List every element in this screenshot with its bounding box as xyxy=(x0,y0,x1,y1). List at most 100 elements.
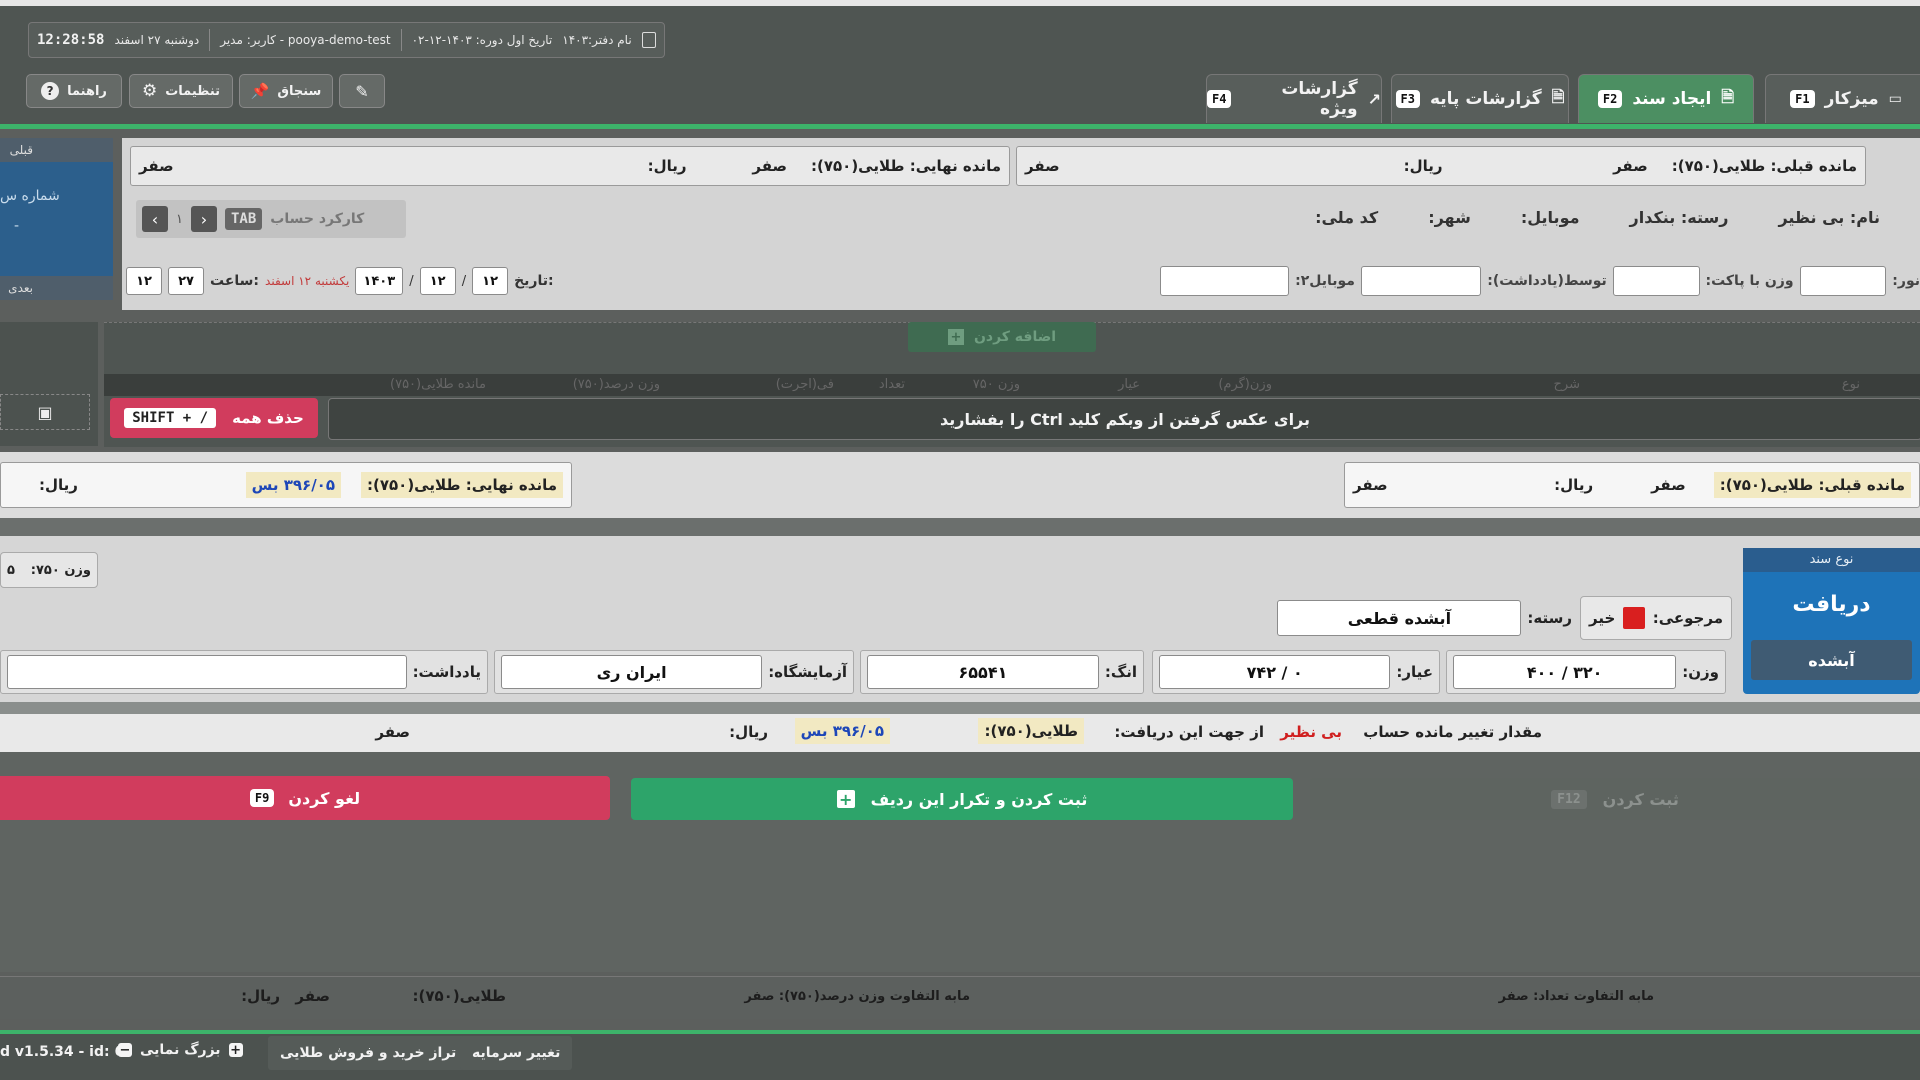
ang-group: انگ: ۶۵۵۴۱ xyxy=(860,650,1144,694)
zoom-in-button[interactable]: + xyxy=(228,1043,243,1057)
customer-city: شهر: xyxy=(1428,208,1471,227)
by-note-input[interactable] xyxy=(1360,266,1482,296)
final-balance-2-label: مانده نهایی: طلایی(۷۵۰): xyxy=(361,472,563,498)
settings-label: تنظیمات xyxy=(165,83,221,99)
previous-balance-box: مانده قبلی: طلایی(۷۵۰): صفر ریال: صفر xyxy=(1016,146,1866,186)
customer-details: نام: بی نظیر رسته: بنکدار موبایل: شهر: ک… xyxy=(1300,208,1880,227)
final-balance-rial-label: ریال: xyxy=(647,157,687,175)
month-input[interactable]: ۱۲ xyxy=(419,267,456,295)
next-document-button[interactable]: بعدی xyxy=(0,276,113,300)
final-balance-gold: صفر xyxy=(752,157,787,175)
minute-input[interactable]: ۲۷ xyxy=(168,267,204,295)
account-activity-label[interactable]: کارکرد حساب xyxy=(270,211,364,227)
prev-document-button[interactable]: قبلی xyxy=(0,138,113,162)
save-repeat-button[interactable]: ثبت کردن و تکرار این ردیف + xyxy=(631,778,1293,820)
ang-input[interactable]: ۶۵۵۴۱ xyxy=(867,655,1099,689)
document-subtype-button[interactable]: آبشده xyxy=(1751,640,1912,680)
next-label: بعدی xyxy=(8,281,33,295)
customer-mobile: موبایل: xyxy=(1520,208,1580,227)
lab-group: آزمایشگاه: ایران ری xyxy=(494,650,854,694)
header-description: شرح xyxy=(1553,377,1580,392)
cancel-label: لغو کردن xyxy=(288,788,361,808)
cancel-key: F9 xyxy=(249,789,275,807)
note-label: یادداشت: xyxy=(412,663,481,681)
plus-icon: + xyxy=(836,790,855,809)
ang-label: انگ: xyxy=(1104,663,1137,681)
tab-desk-key: F1 xyxy=(1790,90,1815,108)
document-type-value[interactable]: دریافت xyxy=(1743,572,1920,636)
karat-group: عیار: ۷۴۲ / ۰ xyxy=(1152,650,1440,694)
chevron-left-icon[interactable]: ‹ xyxy=(142,206,168,232)
document-type-title: نوع سند xyxy=(1743,548,1920,572)
balance-change-row: مقدار تغییر مانده حساب بی نظیر از جهت ای… xyxy=(0,714,1920,752)
guide-button[interactable]: ? راهنما xyxy=(26,74,122,108)
chart-icon: ↗ xyxy=(1367,89,1381,109)
tab-create-document-key: F2 xyxy=(1597,90,1623,108)
previous-balance-rial-label: ریال: xyxy=(1403,157,1443,175)
items-table-header: نوع شرح وزن(گرم) عیار وزن ۷۵۰ تعداد فی(ا… xyxy=(104,374,1920,396)
previous-balance-rial: صفر xyxy=(1025,157,1060,175)
previous-balance-2-rial-label: ریال: xyxy=(1554,476,1594,494)
weekday-label: یکشنبه ۱۲ اسفند xyxy=(265,274,350,288)
lab-label: آزمایشگاه: xyxy=(768,663,847,681)
tab-desk-label: میزکار xyxy=(1824,89,1879,109)
settings-button[interactable]: ⚙ تنظیمات xyxy=(129,74,233,108)
year-input[interactable]: ۱۴۰۳ xyxy=(355,267,404,295)
note-input[interactable] xyxy=(7,655,407,689)
capital-change-button[interactable]: تغییر سرمایه xyxy=(460,1036,573,1070)
trade-balance-button[interactable]: تراز خرید و فروش طلایی xyxy=(268,1036,469,1070)
delete-all-button[interactable]: حذف همه SHIFT + / xyxy=(110,398,318,438)
karat-input[interactable]: ۷۴۲ / ۰ xyxy=(1159,655,1391,689)
header-weight: وزن(گرم) xyxy=(1218,377,1272,392)
version-label: d v1.5.34 - id: 6 xyxy=(0,1044,125,1060)
category-label: رسته: xyxy=(1527,609,1572,627)
tab-basic-reports-key: F3 xyxy=(1395,90,1420,108)
tab-create-document[interactable]: 🗎 ایجاد سند F2 xyxy=(1578,74,1754,123)
change-customer-name: بی نظیر xyxy=(1280,723,1342,741)
lab-input[interactable]: ایران ری xyxy=(501,655,763,689)
hour-input[interactable]: ۱۲ xyxy=(126,267,162,295)
header-gold-balance: مانده طلایی(۷۵۰) xyxy=(390,377,486,392)
tab-key-hint: TAB xyxy=(224,208,263,230)
tool-button[interactable]: ✎ xyxy=(339,74,385,108)
header-karat: عیار xyxy=(1118,377,1140,392)
tab-special-reports[interactable]: ↗ گزارشات ویژه F4 xyxy=(1206,74,1382,123)
return-label: مرجوعی: xyxy=(1652,609,1723,627)
return-field[interactable]: مرجوعی: خیر xyxy=(1580,596,1732,640)
weight-pack-input[interactable] xyxy=(1612,266,1700,296)
splitter[interactable] xyxy=(0,518,1920,536)
diff-gold-value: صفر xyxy=(295,987,330,1005)
add-item-button[interactable]: اضافه کردن + xyxy=(908,322,1096,352)
tab-basic-reports[interactable]: 🗎 گزارشات پایه F3 xyxy=(1391,74,1569,123)
mobile2-input[interactable] xyxy=(1159,266,1290,296)
weight-input[interactable]: ۴۰۰ / ۳۲۰ xyxy=(1453,655,1677,689)
tab-basic-reports-label: گزارشات پایه xyxy=(1429,89,1542,109)
image-icon[interactable]: ▣ xyxy=(0,394,90,430)
final-balance-2-gold: ۳۹۶/۰۵ بس xyxy=(245,472,341,498)
cancel-button[interactable]: لغو کردن F9 xyxy=(0,776,610,820)
weight-label: وزن: xyxy=(1682,663,1719,681)
cut-field-label: نور: xyxy=(1892,273,1920,289)
weight750-value: ۵ xyxy=(7,562,15,578)
trade-balance-label: تراز خرید و فروش طلایی xyxy=(280,1045,457,1061)
header-accent-line xyxy=(0,124,1920,129)
category-input[interactable]: آبشده قطعی xyxy=(1277,600,1522,636)
zoom-out-button[interactable]: − xyxy=(118,1043,132,1057)
cut-field-input[interactable] xyxy=(1799,266,1887,296)
save-button[interactable]: ثبت کردن F12 xyxy=(1310,778,1920,820)
day-input[interactable]: ۱۲ xyxy=(472,267,509,295)
weight-group: وزن: ۴۰۰ / ۳۲۰ xyxy=(1446,650,1726,694)
chevron-right-icon[interactable]: › xyxy=(190,206,217,232)
tab-special-reports-label: گزارشات ویژه xyxy=(1281,79,1358,119)
tab-desk[interactable]: ▭ میزکار F1 xyxy=(1765,74,1920,123)
previous-balance-2-label: مانده قبلی: طلایی(۷۵۰): xyxy=(1713,472,1911,498)
tab-create-document-label: ایجاد سند xyxy=(1632,89,1712,109)
header-weight750: وزن ۷۵۰ xyxy=(972,377,1020,392)
header-type: نوع xyxy=(1841,377,1860,392)
delete-all-shortcut: SHIFT + / xyxy=(124,408,217,428)
diff-count: مابه التفاوت تعداد: صفر xyxy=(1498,989,1654,1004)
return-toggle[interactable] xyxy=(1623,607,1645,629)
add-item-label: اضافه کردن xyxy=(973,329,1057,345)
document-nav-panel: قبلی شماره س - بعدی xyxy=(0,138,113,300)
pin-button[interactable]: 📌 سنجاق xyxy=(239,74,333,108)
